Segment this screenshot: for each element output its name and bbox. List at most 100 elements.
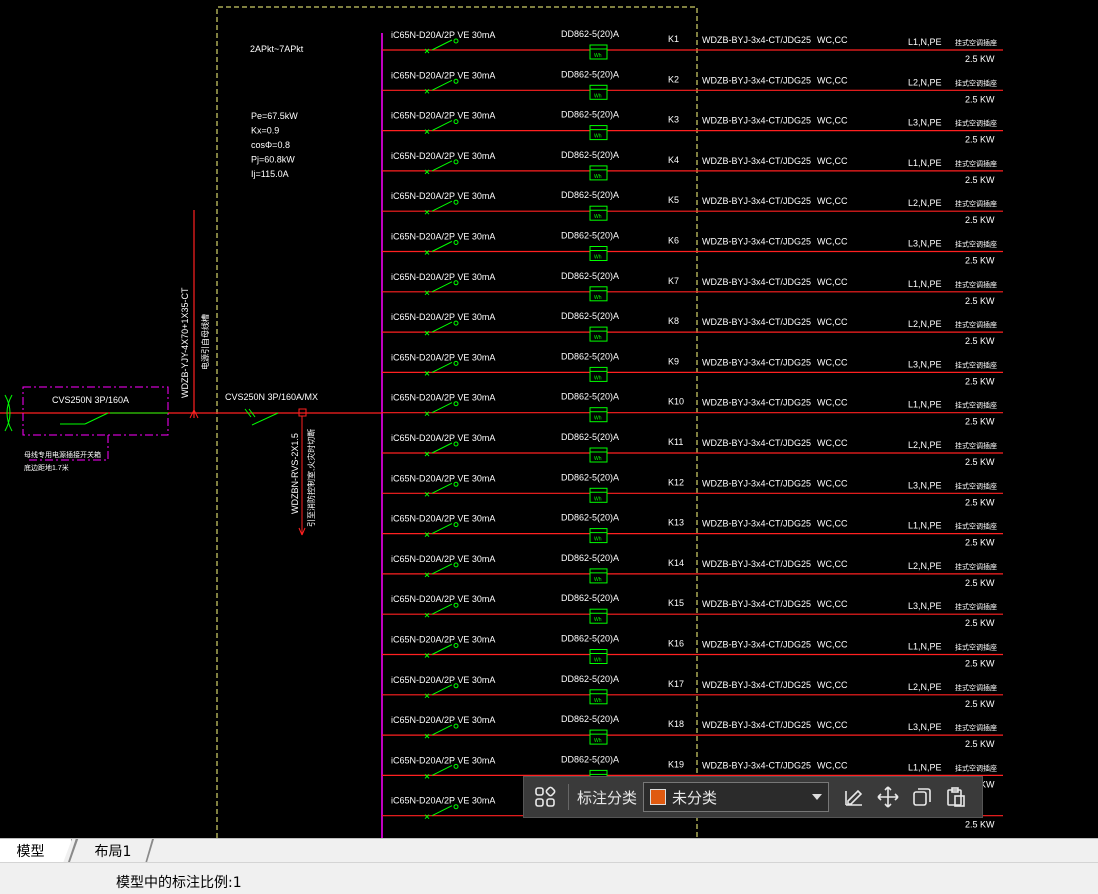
circuit-cable-label: WDZB-BYJ-3x4-CT/JDG25 [702,156,811,166]
breaker-symbol [424,241,453,255]
meter-unit-label: Wh [594,134,602,140]
meter-unit-label: Wh [594,658,602,664]
edit-icon[interactable] [837,780,871,814]
meter-unit-label: Wh [594,496,602,502]
fire-cable-label: WDZBN-RVS-2X1.5 [290,433,300,514]
circuit-cable-label: WDZB-BYJ-3x4-CT/JDG25 [702,196,811,206]
move-icon[interactable] [871,780,905,814]
meter-label: DD862-5(20)A [561,593,619,603]
breaker-symbol [424,523,453,537]
meter-unit-label: Wh [594,174,602,180]
circuit-row: iC65N-D20A/2P VE 30mA DD862-5(20)A Wh K15 WD… [382,593,1003,628]
meter-unit-label: Wh [594,295,602,301]
meter-unit-label: Wh [594,456,602,462]
category-color-swatch [650,789,667,805]
breaker-symbol [424,120,453,134]
breaker-symbol [424,160,453,175]
circuit-breaker-label: iC65N-D20A/2P VE 30mA [391,272,495,282]
circuit-phase-label: L1,N,PE [908,37,942,47]
circuit-breaker-label: iC65N-D20A/2P VE 30mA [391,594,495,604]
breaker-symbol [424,482,453,497]
circuit-phase-label: L2,N,PE [908,682,942,692]
meter-label: DD862-5(20)A [561,271,619,281]
meter-label: DD862-5(20)A [561,69,619,79]
circuit-load-label: 挂式空调插座 [955,441,997,450]
circuit-phase-label: L3,N,PE [908,722,942,732]
circuit-phase-label: L3,N,PE [908,601,942,611]
fire-note-label: 引至消防控制室,火灾时切断 [306,429,316,527]
meter-label: DD862-5(20)A [561,311,619,321]
circuit-load-label: 挂式空调插座 [955,723,997,732]
circuit-laying-label: WC,CC [817,277,848,287]
tab-model[interactable]: 模型 [0,839,72,862]
meter-unit-label: Wh [594,214,602,220]
annotation-category-select[interactable]: 未分类 [643,782,830,812]
circuit-row: iC65N-D20A/2P VE 30mA DD862-5(20)A Wh K2 WDZ… [382,69,1003,104]
breaker-symbol [424,281,453,296]
meter-label: DD862-5(20)A [561,674,619,684]
circuit-id-label: K9 [668,356,679,366]
circuit-breaker-label: iC65N-D20A/2P VE 30mA [391,554,495,564]
breaker-symbol [424,39,453,54]
circuit-row: iC65N-D20A/2P VE 30mA DD862-5(20)A Wh K11 WD… [382,432,1003,467]
circuit-phase-label: L3,N,PE [908,480,942,490]
annotation-toolbar: 标注分类 未分类 [523,776,983,818]
circuit-breaker-label: iC65N-D20A/2P VE 30mA [391,514,495,524]
circuit-load-label: 挂式空调插座 [955,602,997,611]
circuit-power-label: 2.5 KW [965,175,995,185]
circuit-laying-label: WC,CC [817,438,848,448]
tab-layout1[interactable]: 布局1 [70,839,152,862]
circuit-cable-label: WDZB-BYJ-3x4-CT/JDG25 [702,680,811,690]
circuit-laying-label: WC,CC [817,760,848,770]
copy-icon[interactable] [905,780,939,814]
circuit-id-label: K19 [668,759,684,769]
circuit-id-label: K13 [668,518,684,528]
circuit-id-label: K18 [668,719,684,729]
cad-canvas[interactable]: 2APkt~7APkt Pe=67.5kW Kx=0.9 cosΦ=0.8 Pj=60.… [0,0,1098,838]
circuit-breaker-label: iC65N-D20A/2P VE 30mA [391,473,495,483]
circuit-power-label: 2.5 KW [965,296,995,306]
circuit-load-label: 挂式空调插座 [955,159,997,168]
circuit-cable-label: WDZB-BYJ-3x4-CT/JDG25 [702,398,811,408]
cabinet-range-label: 2APkt~7APkt [250,44,304,54]
circuit-id-label: K4 [668,155,679,165]
circuit-load-label: 挂式空调插座 [955,199,997,208]
circuit-cable-label: WDZB-BYJ-3x4-CT/JDG25 [702,599,811,609]
circuit-id-label: K10 [668,397,684,407]
circuit-breaker-label: iC65N-D20A/2P VE 30mA [391,151,495,161]
circuit-id-label: K3 [668,115,679,125]
circuit-power-label: 2.5 KW [965,618,995,628]
circuit-load-label: 挂式空调插座 [955,401,997,410]
circuit-load-label: 挂式空调插座 [955,522,997,531]
circuit-power-label: 2.5 KW [965,54,995,64]
circuit-laying-label: WC,CC [817,720,848,730]
breaker-symbol [424,684,453,699]
circuit-cable-label: WDZB-BYJ-3x4-CT/JDG25 [702,237,811,247]
circuit-power-label: 2.5 KW [965,256,995,266]
main-breaker-label: CVS250N 3P/160A/MX [225,392,318,402]
circuit-power-label: 2.5 KW [965,135,995,145]
incoming-cable-label: WDZB-YJY-4X70+1X35-CT [180,287,190,398]
circuit-laying-label: WC,CC [817,519,848,529]
circuit-row: iC65N-D20A/2P VE 30mA DD862-5(20)A Wh K1 WDZ… [382,29,1003,64]
toolbar-divider [568,784,569,810]
circuit-power-label: 2.5 KW [965,659,995,669]
tap-box-note2: 底边距地1.7米 [24,463,69,472]
circuit-id-label: K11 [668,437,683,447]
circuit-power-label: 2.5 KW [965,417,995,427]
breaker-symbol [424,603,453,618]
circuit-power-label: 2.5 KW [965,94,995,104]
load-param-label: Pj=60.8kW [251,155,295,165]
meter-unit-label: Wh [594,93,602,99]
circuit-power-label: 2.5 KW [965,739,995,749]
grid-icon[interactable] [528,780,562,814]
circuit-breaker-label: iC65N-D20A/2P VE 30mA [391,232,495,242]
circuit-laying-label: WC,CC [817,196,848,206]
circuit-laying-label: WC,CC [817,237,848,247]
chevron-down-icon [812,794,823,800]
meter-label: DD862-5(20)A [561,472,619,482]
circuit-laying-label: WC,CC [817,317,848,327]
circuit-load-label: 挂式空调插座 [955,643,997,652]
paste-icon[interactable] [939,780,973,814]
circuit-cable-label: WDZB-BYJ-3x4-CT/JDG25 [702,317,811,327]
